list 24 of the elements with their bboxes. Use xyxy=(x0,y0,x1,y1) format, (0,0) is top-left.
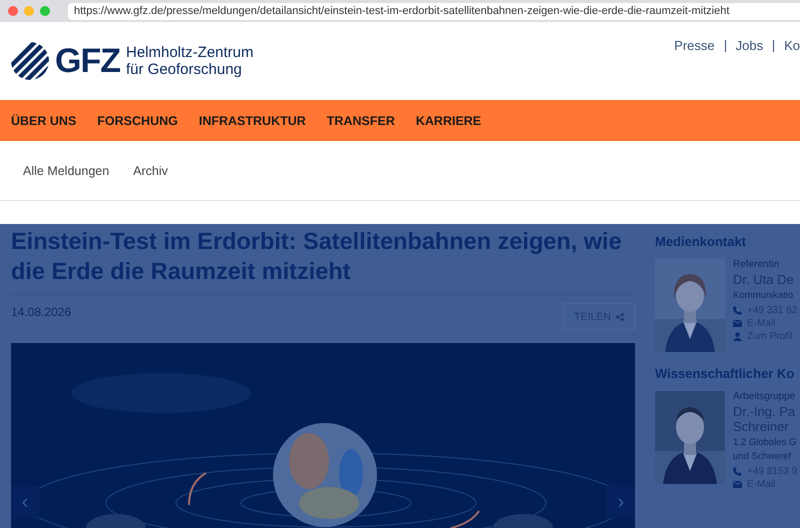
logo-text: GFZ xyxy=(55,42,120,80)
phone-icon xyxy=(733,306,742,315)
phone-icon xyxy=(733,467,742,476)
maximize-button[interactable] xyxy=(40,6,50,16)
nav-link[interactable]: TRANSFER xyxy=(326,114,395,128)
close-button[interactable] xyxy=(8,6,18,16)
logo-icon xyxy=(11,42,49,80)
top-link[interactable]: Ko xyxy=(784,38,800,53)
logo-subtitle: Helmholtz-Zentrum xyxy=(126,44,254,61)
sub-nav-link[interactable]: Archiv xyxy=(133,164,168,178)
nav-link[interactable]: INFRASTRUKTUR xyxy=(198,114,306,128)
address-bar[interactable]: https://www.gfz.de/presse/meldungen/detailansicht/einstein-test-im-erdorbit-satellitenbahnen-zeigen-wie-die-erde-die-raumzeit-mitzieht xyxy=(68,2,800,20)
sub-nav-link[interactable]: Alle Meldungen xyxy=(23,164,110,178)
top-link[interactable]: Presse xyxy=(674,38,715,53)
nav-link[interactable]: ÜBER UNS xyxy=(11,114,76,128)
top-link[interactable]: Jobs xyxy=(736,38,764,53)
mail-icon xyxy=(733,320,742,327)
logo-subtitle: für Geoforschung xyxy=(126,61,243,78)
mail-icon xyxy=(733,481,742,488)
nav-link[interactable]: FORSCHUNG xyxy=(97,114,178,128)
share-icon xyxy=(616,312,624,320)
minimize-button[interactable] xyxy=(24,6,34,16)
person-icon xyxy=(733,332,742,341)
nav-link[interactable]: KARRIERE xyxy=(416,114,482,128)
